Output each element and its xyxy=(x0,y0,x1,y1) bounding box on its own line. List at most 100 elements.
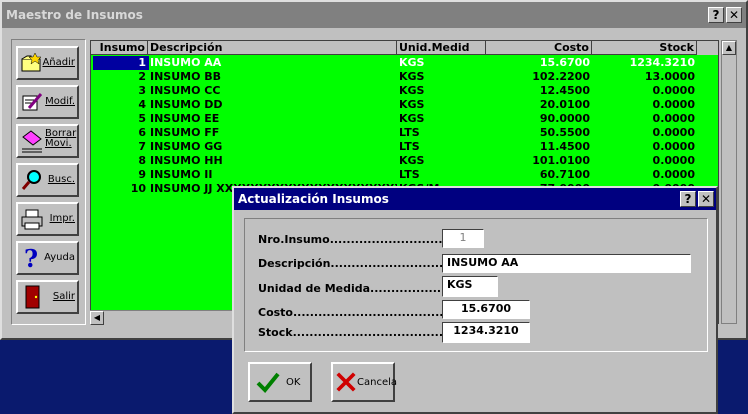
cell-costo: 11.4500 xyxy=(539,140,590,153)
dialog-title: Actualización Insumos xyxy=(238,192,389,206)
eraser-icon xyxy=(22,130,42,153)
main-help-button[interactable]: ? xyxy=(708,7,724,23)
print-button[interactable]: Impr. xyxy=(16,202,79,236)
descripcion-field[interactable]: INSUMO AA xyxy=(442,254,691,273)
table-row[interactable]: 4 INSUMO DD KGS 20.0100 0.0000 xyxy=(91,98,718,112)
cell-descripcion: INSUMO AA xyxy=(150,56,222,69)
scroll-up-arrow[interactable]: ▲ xyxy=(722,41,736,55)
cell-unidad: KGS xyxy=(399,56,425,69)
cell-descripcion: INSUMO GG xyxy=(150,140,223,153)
vertical-scrollbar[interactable]: ▲ xyxy=(721,40,737,324)
magnifier-icon xyxy=(21,170,41,190)
cell-insumo: 9 xyxy=(138,168,146,181)
cell-stock: 0.0000 xyxy=(652,168,695,181)
help-button-label: Ayuda xyxy=(44,252,75,263)
table-row[interactable]: 8 INSUMO HH KGS 101.0100 0.0000 xyxy=(91,154,718,168)
table-row[interactable]: 3 INSUMO CC KGS 12.4500 0.0000 xyxy=(91,84,718,98)
col-unidad-header[interactable]: Unid.Medid xyxy=(397,41,486,55)
cell-insumo: 3 xyxy=(138,84,146,97)
cell-unidad: KGS xyxy=(399,154,425,167)
cell-unidad: KGS xyxy=(399,112,425,125)
cell-insumo: 8 xyxy=(138,154,146,167)
cell-stock: 0.0000 xyxy=(652,140,695,153)
cell-costo: 12.4500 xyxy=(539,84,590,97)
cell-insumo: 1 xyxy=(138,56,146,69)
main-close-button[interactable]: ✕ xyxy=(726,7,742,23)
cell-stock: 13.0000 xyxy=(644,70,695,83)
help-button[interactable]: ? Ayuda xyxy=(16,241,79,275)
col-costo-header[interactable]: Costo xyxy=(486,41,592,55)
cell-costo: 102.2200 xyxy=(532,70,590,83)
unidad-medida-field[interactable]: KGS xyxy=(442,276,498,297)
cell-insumo: 5 xyxy=(138,112,146,125)
printer-icon xyxy=(21,209,43,230)
cell-descripcion: INSUMO II xyxy=(150,168,213,181)
folder-add-icon xyxy=(21,52,42,72)
table-row[interactable]: 6 INSUMO FF LTS 50.5500 0.0000 xyxy=(91,126,718,140)
cell-unidad: KGS xyxy=(399,84,425,97)
cell-descripcion: INSUMO BB xyxy=(150,70,222,83)
cell-unidad: LTS xyxy=(399,126,420,139)
col-stock-header[interactable]: Stock xyxy=(592,41,697,55)
costo-field[interactable]: 15.6700 xyxy=(442,300,530,319)
cell-costo: 60.7100 xyxy=(539,168,590,181)
cell-stock: 0.0000 xyxy=(652,112,695,125)
search-button[interactable]: Busc. xyxy=(16,163,79,197)
cell-descripcion: INSUMO DD xyxy=(150,98,223,111)
add-button-label: Añadir xyxy=(42,57,75,68)
cell-stock: 1234.3210 xyxy=(629,56,695,69)
dialog-help-button[interactable]: ? xyxy=(680,191,696,207)
question-icon: ? xyxy=(24,246,38,270)
cell-insumo: 10 xyxy=(130,182,146,195)
col-descripcion-header[interactable]: Descripción xyxy=(148,41,397,55)
cell-costo: 50.5500 xyxy=(539,126,590,139)
cell-stock: 0.0000 xyxy=(652,126,695,139)
cell-descripcion: INSUMO EE xyxy=(150,112,220,125)
modify-button-label: Modif. xyxy=(45,96,75,107)
cell-unidad: LTS xyxy=(399,168,420,181)
table-row[interactable]: 5 INSUMO EE KGS 90.0000 0.0000 xyxy=(91,112,718,126)
exit-door-icon xyxy=(25,285,40,309)
cell-stock: 0.0000 xyxy=(652,154,695,167)
cell-descripcion: INSUMO FF xyxy=(150,126,220,139)
cell-costo: 20.0100 xyxy=(539,98,590,111)
edit-document-icon xyxy=(22,93,43,111)
delete-movements-button[interactable]: Borrar Movi. xyxy=(16,124,79,158)
main-titlebar: Maestro de Insumos xyxy=(2,2,746,28)
cell-insumo: 7 xyxy=(138,140,146,153)
delete-movements-button-label: Borrar Movi. xyxy=(45,128,77,149)
ok-button-label: OK xyxy=(286,377,301,388)
table-row[interactable]: 9 INSUMO II LTS 60.7100 0.0000 xyxy=(91,168,718,182)
table-row[interactable]: 1 INSUMO AA KGS 15.6700 1234.3210 xyxy=(91,56,718,70)
nro-insumo-field[interactable]: 1 xyxy=(442,229,484,248)
dialog-close-button[interactable]: ✕ xyxy=(698,191,714,207)
cell-unidad: KGS xyxy=(399,70,425,83)
ok-button[interactable]: OK xyxy=(248,362,312,402)
add-button[interactable]: Añadir xyxy=(16,46,79,80)
cell-costo: 15.6700 xyxy=(539,56,590,69)
cell-stock: 0.0000 xyxy=(652,98,695,111)
exit-button[interactable]: Salir xyxy=(16,280,79,314)
horizontal-scrollbar[interactable]: ◀ xyxy=(90,310,238,325)
scroll-left-arrow[interactable]: ◀ xyxy=(90,311,104,325)
cell-descripcion: INSUMO CC xyxy=(150,84,221,97)
cell-costo: 101.0100 xyxy=(532,154,590,167)
table-row[interactable]: 7 INSUMO GG LTS 11.4500 0.0000 xyxy=(91,140,718,154)
cell-unidad: KGS xyxy=(399,98,425,111)
dialog-titlebar: Actualización Insumos xyxy=(234,188,716,210)
search-button-label: Busc. xyxy=(47,174,75,185)
col-insumo-header[interactable]: Insumo xyxy=(91,41,148,55)
cell-stock: 0.0000 xyxy=(652,84,695,97)
cancel-x-icon xyxy=(336,372,356,392)
table-row[interactable]: 2 INSUMO BB KGS 102.2200 13.0000 xyxy=(91,70,718,84)
stock-field[interactable]: 1234.3210 xyxy=(442,322,530,343)
cancel-button-label: Cancela xyxy=(357,377,398,388)
cancel-button[interactable]: Cancela xyxy=(331,362,398,402)
svg-text:?: ? xyxy=(24,246,38,270)
cell-insumo: 2 xyxy=(138,70,146,83)
unidad-medida-label: Unidad de Medida................. xyxy=(258,282,442,295)
checkmark-icon xyxy=(256,372,280,393)
main-window-title: Maestro de Insumos xyxy=(6,8,143,22)
modify-button[interactable]: Modif. xyxy=(16,85,79,119)
print-button-label: Impr. xyxy=(49,213,75,224)
